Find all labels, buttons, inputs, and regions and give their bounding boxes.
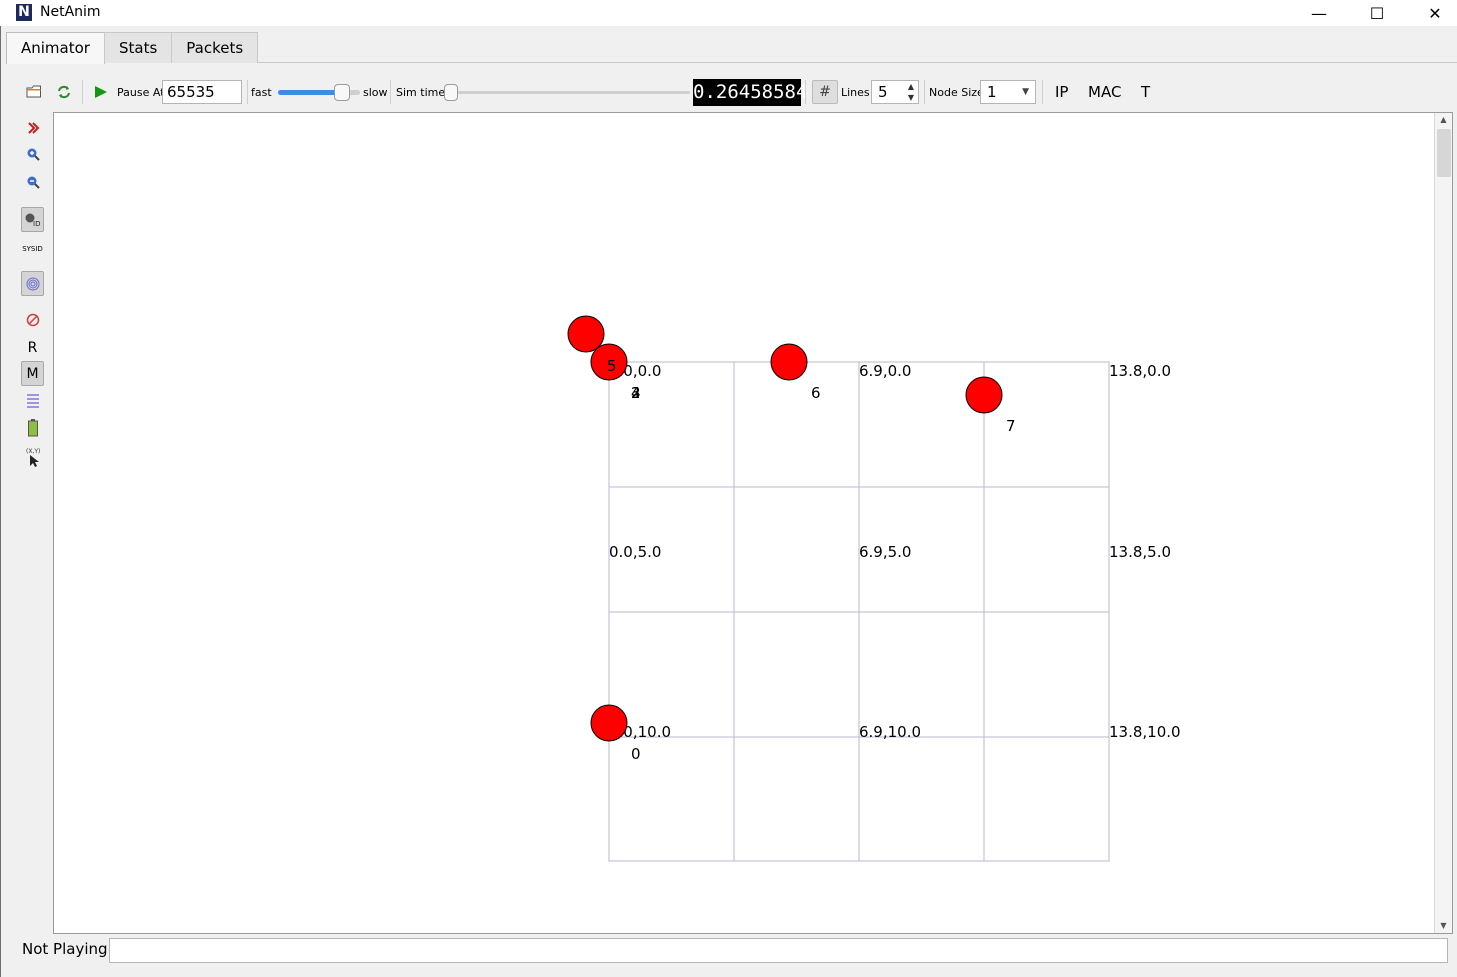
node-circle[interactable]: [567, 315, 605, 353]
fast-label: fast: [251, 85, 272, 99]
toolbar-separator: [1042, 80, 1043, 104]
r-button[interactable]: R: [21, 335, 44, 360]
status-message-bar: [109, 938, 1448, 963]
zoom-in-button[interactable]: [21, 141, 44, 166]
open-file-button[interactable]: [26, 76, 42, 108]
node-size-value: 1: [987, 83, 997, 101]
grid-label: 6.9,5.0: [859, 543, 911, 561]
node-id-icon-text: ID: [33, 220, 40, 228]
toolbar-separator: [390, 80, 391, 104]
node-label: 5: [607, 357, 617, 375]
mouse-position-button[interactable]: (X,Y): [21, 444, 44, 469]
scroll-down-icon[interactable]: ▼: [1435, 919, 1452, 933]
chevron-down-icon: ▼: [1022, 87, 1029, 97]
no-entry-icon: [26, 313, 39, 326]
sim-time-handle[interactable]: [444, 84, 458, 101]
pause-at-input[interactable]: 65535: [162, 80, 242, 104]
sim-time-display: 0.26458584: [693, 79, 807, 106]
app-logo-icon: N: [16, 4, 32, 21]
topology-view: 0.0,0.0 6.9,0.0 13.8,0.0 0.0,5.0 6.9,5.0…: [567, 315, 1181, 862]
lines-spinbox[interactable]: 5 ▲ ▼: [871, 80, 919, 104]
title-bar: N NetAnim — ☐ ✕: [0, 0, 1457, 26]
tab-animator[interactable]: Animator: [6, 32, 105, 64]
node-size-label: Node Size: [929, 85, 984, 99]
play-button[interactable]: [94, 76, 108, 108]
grid-label: 6.9,10.0: [859, 723, 921, 741]
double-chevron-right-icon: [27, 121, 39, 134]
speed-slider-handle[interactable]: [334, 84, 350, 101]
reload-button[interactable]: [56, 76, 72, 108]
zoom-in-icon: [27, 148, 40, 161]
toolbar-separator: [924, 80, 925, 104]
toolbar-separator: [82, 80, 83, 104]
stop-button[interactable]: [21, 307, 44, 332]
reload-icon: [58, 85, 70, 99]
play-icon: [95, 86, 107, 98]
grid-toggle-button[interactable]: #: [812, 80, 838, 104]
wireless-circles-button[interactable]: [21, 271, 44, 296]
animator-toolbar: Pause At 65535 fast slow Sim time 0.2645…: [22, 76, 1452, 108]
lines-label: Lines: [841, 85, 870, 99]
speed-slider-fill: [278, 90, 340, 95]
node-id-icon: ID: [25, 213, 40, 228]
zoom-out-button[interactable]: [21, 169, 44, 194]
m-button[interactable]: M: [21, 361, 44, 386]
scrollbar-thumb[interactable]: [1437, 129, 1451, 177]
node-circle[interactable]: [770, 343, 808, 381]
node-size-dropdown[interactable]: 1 ▼: [980, 80, 1036, 104]
toolbar-separator: [247, 80, 248, 104]
play-status-label: Not Playing: [22, 940, 108, 958]
packet-list-button[interactable]: [21, 388, 44, 413]
sim-time-label: Sim time: [396, 85, 446, 99]
close-button[interactable]: ✕: [1406, 0, 1457, 26]
spin-arrows-icon[interactable]: ▲ ▼: [904, 81, 918, 103]
grid-label: 6.9,0.0: [859, 362, 911, 380]
battery-icon: [27, 418, 38, 436]
cursor-xy-icon-text: (X,Y): [26, 448, 40, 455]
tab-packets[interactable]: Packets: [171, 32, 259, 63]
show-node-id-button[interactable]: ID: [21, 207, 44, 232]
grid-label: 13.8,10.0: [1109, 723, 1181, 741]
grid-lines: [608, 361, 1110, 862]
pause-at-label: Pause At: [117, 85, 165, 99]
node-circle[interactable]: [590, 704, 628, 742]
zoom-out-icon: [27, 176, 40, 189]
expand-sidebar-button[interactable]: [21, 115, 44, 140]
sysid-icon: SYSID: [22, 244, 43, 253]
lines-value: 5: [878, 83, 888, 101]
toolbar-separator: [805, 80, 806, 104]
folder-icon: [26, 85, 41, 98]
tab-stats[interactable]: Stats: [103, 32, 173, 63]
t-button[interactable]: T: [1141, 76, 1150, 108]
window-title: NetAnim: [40, 4, 101, 20]
lines-list-icon: [26, 393, 39, 408]
node-label: 2: [631, 384, 641, 402]
grid-label: 13.8,5.0: [1109, 543, 1171, 561]
animation-canvas[interactable]: 0.0,0.0 6.9,0.0 13.8,0.0 0.0,5.0 6.9,5.0…: [53, 112, 1453, 934]
node-label: 0: [631, 745, 641, 763]
ip-button[interactable]: IP: [1055, 76, 1068, 108]
maximize-button[interactable]: ☐: [1348, 0, 1406, 26]
slow-label: slow: [363, 85, 388, 99]
node-label: 6: [811, 384, 821, 402]
grid-label: 0.0,5.0: [609, 543, 661, 561]
show-sysid-button[interactable]: SYSID: [21, 236, 44, 261]
node-label: 7: [1006, 417, 1016, 435]
vertical-scrollbar[interactable]: ▲ ▼: [1434, 113, 1452, 933]
cursor-xy-icon: (X,Y): [26, 448, 40, 467]
tab-bar: Animator Stats Packets: [6, 32, 259, 64]
mac-button[interactable]: MAC: [1088, 76, 1121, 108]
wireless-circles-icon: [26, 277, 39, 290]
scroll-up-icon[interactable]: ▲: [1435, 113, 1452, 127]
left-sidebar: ID SYSID R M (X,Y): [20, 112, 46, 472]
grid-icon: #: [819, 84, 831, 100]
grid-label: 13.8,0.0: [1109, 362, 1171, 380]
battery-button[interactable]: [21, 415, 44, 440]
sim-time-groove: [444, 91, 690, 94]
node-circle[interactable]: [965, 376, 1003, 414]
minimize-button[interactable]: —: [1290, 0, 1348, 26]
